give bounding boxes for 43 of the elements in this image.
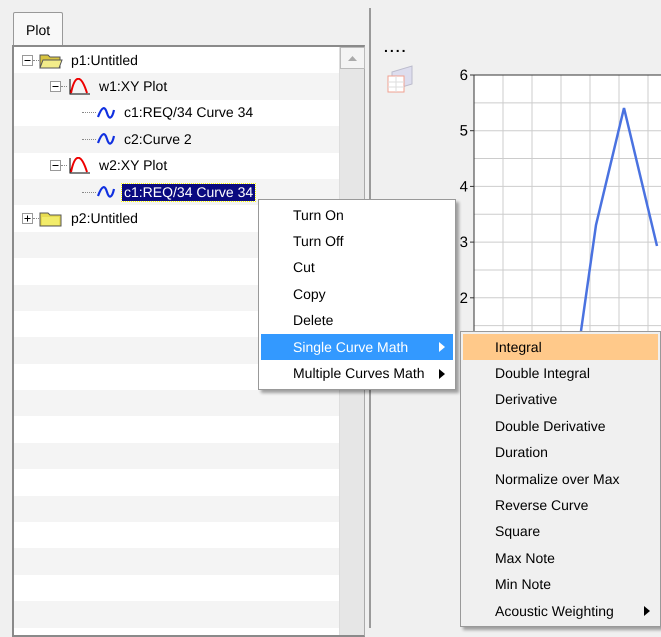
plot-window-icon [67,157,91,174]
menu-item[interactable]: Acoustic Weighting [463,598,658,624]
tree-item[interactable]: w2:XY Plot [97,157,170,174]
menu-item[interactable]: Max Note [463,545,658,572]
y-tick-label: 6 [460,67,468,84]
toolbar-label: .... [384,42,408,52]
tree-item[interactable]: c1:REQ/34 Curve 34 [122,104,256,122]
menu-item[interactable]: Double Integral [463,360,658,387]
tree-item[interactable]: p2:Untitled [69,210,140,228]
menu-item[interactable]: Duration [463,440,658,466]
menu-item[interactable]: Double Derivative [463,413,658,440]
up-arrow-icon [348,56,357,60]
collapse-icon[interactable] [22,54,33,66]
menu-item[interactable]: Reverse Curve [463,492,658,519]
menu-item[interactable]: Integral [463,334,658,360]
y-tick-label: 2 [460,290,468,307]
menu-item[interactable]: Multiple Curves Math [261,360,453,387]
y-tick-label: 3 [460,234,468,252]
y-tick-label: 5 [460,122,468,140]
curve-icon [96,132,116,146]
menu-item[interactable]: Square [463,518,658,546]
curve-icon [96,185,116,200]
collapse-icon[interactable] [50,81,61,92]
menu-item[interactable]: Normalize over Max [463,466,658,492]
tab[interactable]: Plot [13,12,64,45]
menu-item[interactable]: Derivative [463,386,658,414]
open-folder-icon [39,52,63,69]
collapse-icon[interactable] [50,160,61,172]
menu-item[interactable]: Copy [261,281,453,308]
tree-item[interactable]: p1:Untitled [69,52,140,69]
plot-window-icon [67,78,91,96]
curve-icon [96,106,116,120]
menu-item[interactable]: Cut [261,254,453,282]
tree-item[interactable]: c2:Curve 2 [122,130,194,148]
tree-item[interactable]: c1:REQ/34 Curve 34 [122,184,256,201]
menu-item[interactable]: Min Note [463,572,658,598]
menu-item[interactable]: Delete [261,308,453,334]
menu-item[interactable]: Turn Off [261,228,453,255]
expand-icon[interactable] [22,213,33,224]
menu-item[interactable]: Turn On [261,202,453,228]
tree-item[interactable]: w1:XY Plot [97,78,170,96]
folder-icon [39,210,63,228]
y-tick-label: 4 [460,178,468,196]
